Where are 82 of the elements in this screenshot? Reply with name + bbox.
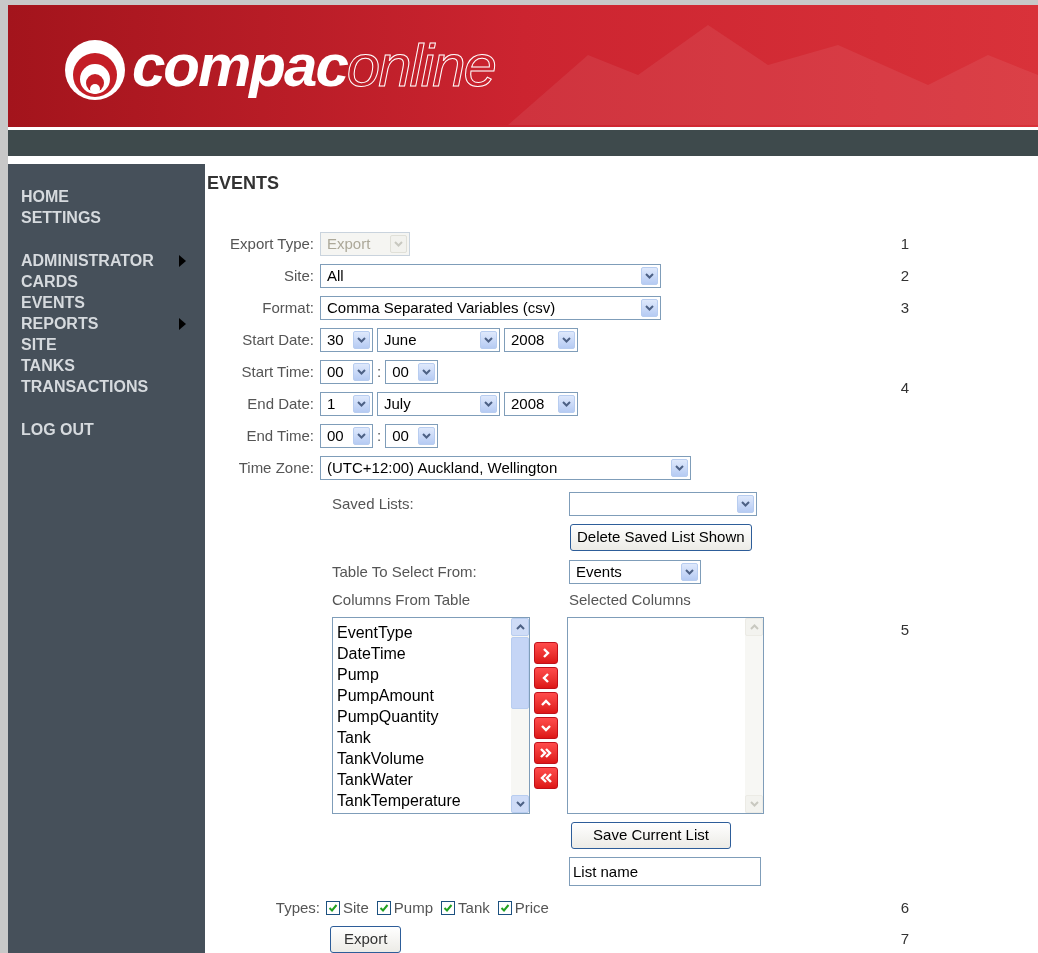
submenu-arrow-icon [179,254,186,267]
field-label: Table To Select From: [332,561,478,582]
field-label: Format: [261,297,315,318]
field-label: Time Zone: [237,457,315,478]
chevron-icon [539,771,553,785]
step-number: 7 [899,928,911,949]
separator-text: : [377,425,382,446]
move-button[interactable] [534,767,558,789]
list-option[interactable]: TankWater [337,769,511,790]
logo-text: compaconline [132,35,495,96]
dropdown-select[interactable]: 30 [320,328,373,352]
submenu-arrow-icon [179,317,186,330]
dropdown-select[interactable]: 2008 [504,392,578,416]
sidebar-item[interactable]: EVENTS [21,292,192,313]
step-number: 3 [899,297,911,318]
checkbox[interactable] [326,901,340,915]
field-label: Site: [283,265,315,286]
page-title: EVENTS [207,172,281,195]
dropdown-select[interactable]: Events [569,560,701,584]
list-name-field[interactable]: List name [569,857,761,886]
move-button[interactable] [534,642,558,664]
sidebar-item[interactable]: SETTINGS [21,207,192,228]
list-option[interactable]: TankTemperature [337,790,511,811]
columns-listbox[interactable]: EventType DateTime Pump PumpAmount PumpQuantity Tank TankVolume TankWater TankTemperature [332,617,530,814]
chevron-icon [539,746,553,760]
list-option[interactable]: Tank [337,727,511,748]
dropdown-select[interactable]: (UTC+12:00) Auckland, Wellington [320,456,691,480]
sidebar-item[interactable]: SITE [21,334,192,355]
dropdown-select[interactable]: 1 [320,392,373,416]
column-list-label: Columns From Table [332,589,472,610]
dropdown-select[interactable]: 00 [385,360,439,384]
dropdown-select[interactable]: All [320,264,661,288]
step-number: 6 [899,897,911,918]
move-button[interactable] [534,742,558,764]
dropdown-select[interactable]: 00 [320,360,373,384]
list-option[interactable]: PumpAmount [337,685,511,706]
checkbox[interactable] [441,901,456,915]
field-label: Start Date: [241,329,315,350]
dropdown-select[interactable]: 2008 [504,328,578,352]
dropdown-select[interactable]: 00 [385,424,439,448]
checkbox-label: Price [514,897,549,918]
field-label: End Date: [246,393,315,414]
list-option[interactable]: PumpQuantity [337,706,511,727]
dropdown-select[interactable]: Comma Separated Variables (csv) [320,296,661,320]
list-option[interactable]: Pump [337,664,511,685]
field-label: Start Time: [240,361,315,382]
sidebar-item[interactable]: LOG OUT [21,419,192,440]
move-button[interactable] [534,667,558,689]
checkbox-label: Pump [393,897,434,918]
separator-text: : [377,361,382,382]
dropdown-select[interactable] [569,492,757,516]
step-number: 2 [899,265,911,286]
sidebar-item[interactable]: TRANSACTIONS [21,376,192,397]
sidebar-item[interactable]: ADMINISTRATOR [21,250,192,271]
field-label: Export Type: [229,233,315,254]
delete-saved-list-button[interactable]: Delete Saved List Shown [570,524,752,551]
list-option[interactable]: TankVolume [337,748,511,769]
dropdown-select[interactable]: July [377,392,500,416]
checkbox[interactable] [497,901,512,915]
checkbox[interactable] [376,901,391,915]
field-label: End Time: [245,425,315,446]
step-number: 5 [899,620,911,640]
list-option[interactable]: DateTime [337,643,511,664]
selected-columns-listbox[interactable] [567,617,764,814]
sidebar-item[interactable]: REPORTS [21,313,192,334]
checkbox-label: Site [343,897,369,918]
field-label: Types: [274,897,321,918]
column-list-label: Selected Columns [569,589,691,610]
list-option[interactable]: EventType [337,622,511,643]
sidebar-item[interactable]: HOME [21,186,192,207]
move-button[interactable] [534,692,558,714]
sidebar-item[interactable]: TANKS [21,355,192,376]
field-label: Saved Lists: [332,493,415,514]
checkbox-label: Tank [458,897,490,918]
step-number: 1 [899,233,911,254]
move-button[interactable] [534,717,558,739]
dropdown-select[interactable]: 00 [320,424,373,448]
step-number: 4 [899,377,911,398]
export-button[interactable]: Export [330,925,402,953]
dropdown-select[interactable]: June [377,328,500,352]
save-current-list-button[interactable]: Save Current List [571,822,731,849]
sidebar-item[interactable]: CARDS [21,271,192,292]
